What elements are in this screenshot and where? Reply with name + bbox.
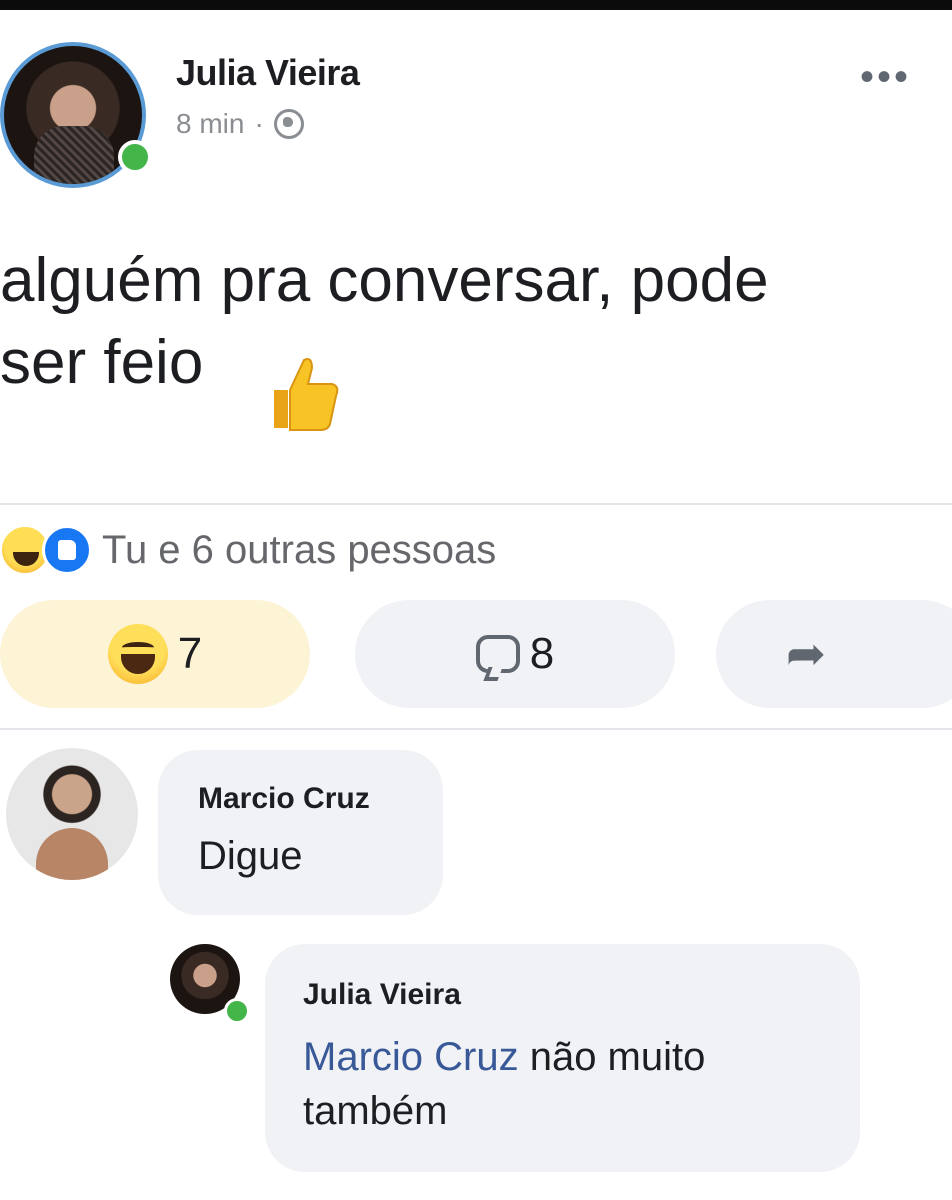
like-reaction-icon — [42, 525, 92, 575]
share-icon: ➦ — [785, 628, 827, 681]
comment-text: Digue — [198, 834, 303, 878]
comment-bubble: Marcio Cruz Digue — [158, 750, 443, 915]
reply-author-name[interactable]: Julia Vieira — [303, 978, 461, 1012]
thumbs-up-icon — [274, 358, 339, 431]
divider — [0, 503, 952, 505]
comment-author-name[interactable]: Marcio Cruz — [198, 782, 370, 816]
react-button[interactable]: 7 — [0, 600, 310, 708]
top-status-bar — [0, 0, 952, 10]
mention-link[interactable]: Marcio Cruz — [303, 1035, 519, 1079]
post-meta: 8 min · — [176, 108, 304, 140]
comment-button[interactable]: 8 — [355, 600, 675, 708]
comment-icon — [475, 635, 520, 673]
online-status-dot — [224, 998, 250, 1024]
reaction-summary-text: Tu e 6 outras pessoas — [102, 527, 497, 572]
share-button[interactable]: ➦ — [716, 600, 952, 708]
post-author-name[interactable]: Julia Vieira — [176, 52, 360, 94]
react-count: 7 — [177, 629, 203, 678]
more-options-icon[interactable]: ••• — [860, 57, 911, 97]
globe-icon — [273, 109, 304, 139]
comment-count: 8 — [529, 629, 555, 678]
divider — [0, 728, 952, 730]
reply-text: Marcio Cruz não muito também — [303, 1030, 843, 1138]
reply-bubble: Julia Vieira Marcio Cruz não muito també… — [265, 944, 860, 1172]
commenter-avatar[interactable] — [6, 748, 138, 880]
haha-icon — [107, 624, 168, 684]
online-status-dot — [118, 140, 152, 174]
post-text: alguém pra conversar, pode ser feio — [0, 246, 769, 397]
meta-separator: · — [254, 108, 264, 139]
reaction-summary[interactable]: Tu e 6 outras pessoas — [0, 520, 496, 580]
post-time[interactable]: 8 min — [176, 108, 244, 140]
